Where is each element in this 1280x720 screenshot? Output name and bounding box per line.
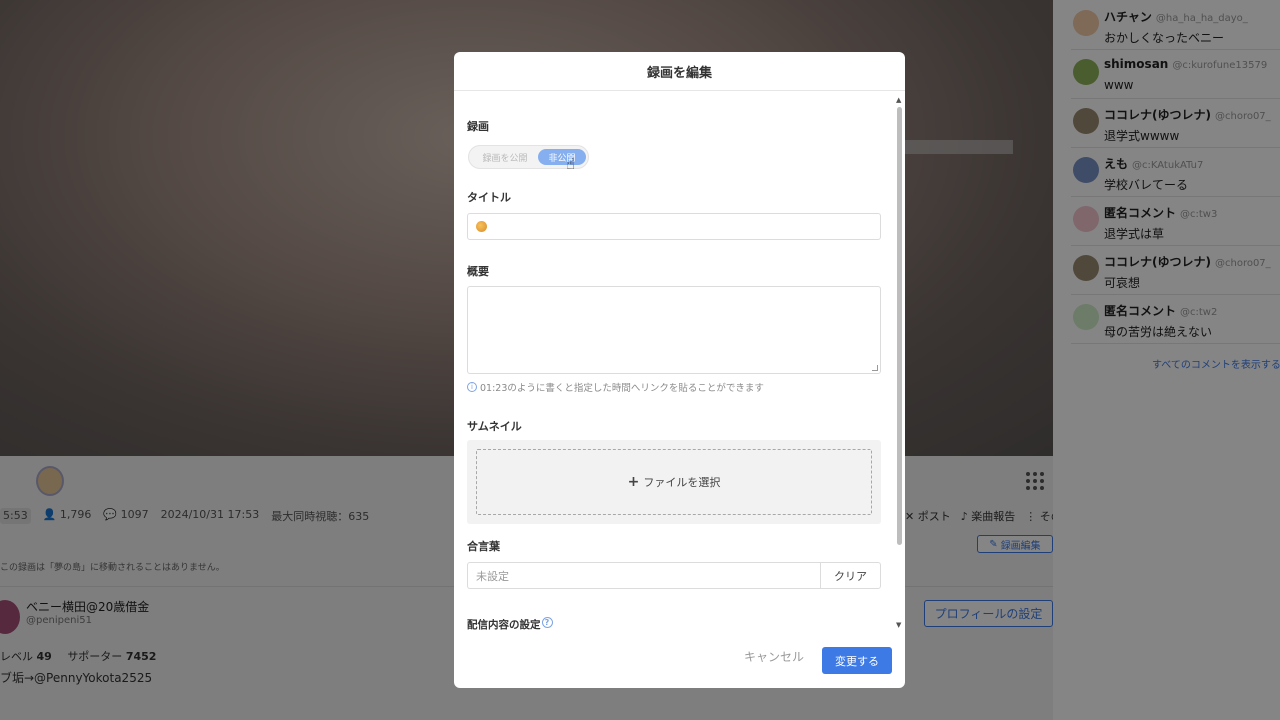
thumbnail-label: サムネイル (467, 420, 522, 433)
help-icon[interactable]: ? (541, 617, 553, 628)
edit-recording-modal: 録画を編集 録画 ▲ ▼ 録画を公開 非公開 ☝ タイトル 概要 i 01:23… (454, 52, 905, 688)
passphrase-label: 合言葉 (467, 540, 500, 553)
toggle-public-option[interactable]: 録画を公開 (474, 149, 536, 165)
clear-button[interactable]: クリア (820, 562, 881, 589)
modal-scrollbar[interactable] (897, 107, 902, 545)
modal-title: 録画を編集 (454, 52, 905, 91)
summary-textarea[interactable] (467, 286, 881, 374)
summary-hint: i 01:23のように書くと指定した時間へリンクを貼ることができます (467, 380, 764, 394)
scroll-up-arrow-icon[interactable]: ▲ (896, 96, 901, 104)
resize-handle-icon[interactable] (872, 365, 878, 371)
recording-label: 録画 (467, 120, 489, 133)
cancel-button[interactable]: キャンセル (744, 648, 804, 665)
emoji-icon (476, 221, 487, 232)
submit-button[interactable]: 変更する (822, 647, 892, 674)
passphrase-input[interactable]: 未設定 (467, 562, 820, 589)
title-input[interactable] (467, 213, 881, 240)
summary-label: 概要 (467, 265, 489, 278)
thumbnail-dropzone[interactable]: + ファイルを選択 (467, 440, 881, 524)
modal-footer: キャンセル 変更する (454, 633, 905, 688)
title-label: タイトル (467, 191, 511, 204)
info-icon: i (467, 382, 477, 392)
stream-settings-label: 配信内容の設定? (467, 617, 553, 632)
scroll-down-arrow-icon[interactable]: ▼ (896, 621, 901, 629)
plus-icon: + (627, 474, 640, 490)
toggle-private-option[interactable]: 非公開 (538, 149, 586, 165)
hand-cursor-icon: ☝ (566, 155, 576, 173)
file-select-button[interactable]: + ファイルを選択 (476, 449, 872, 515)
